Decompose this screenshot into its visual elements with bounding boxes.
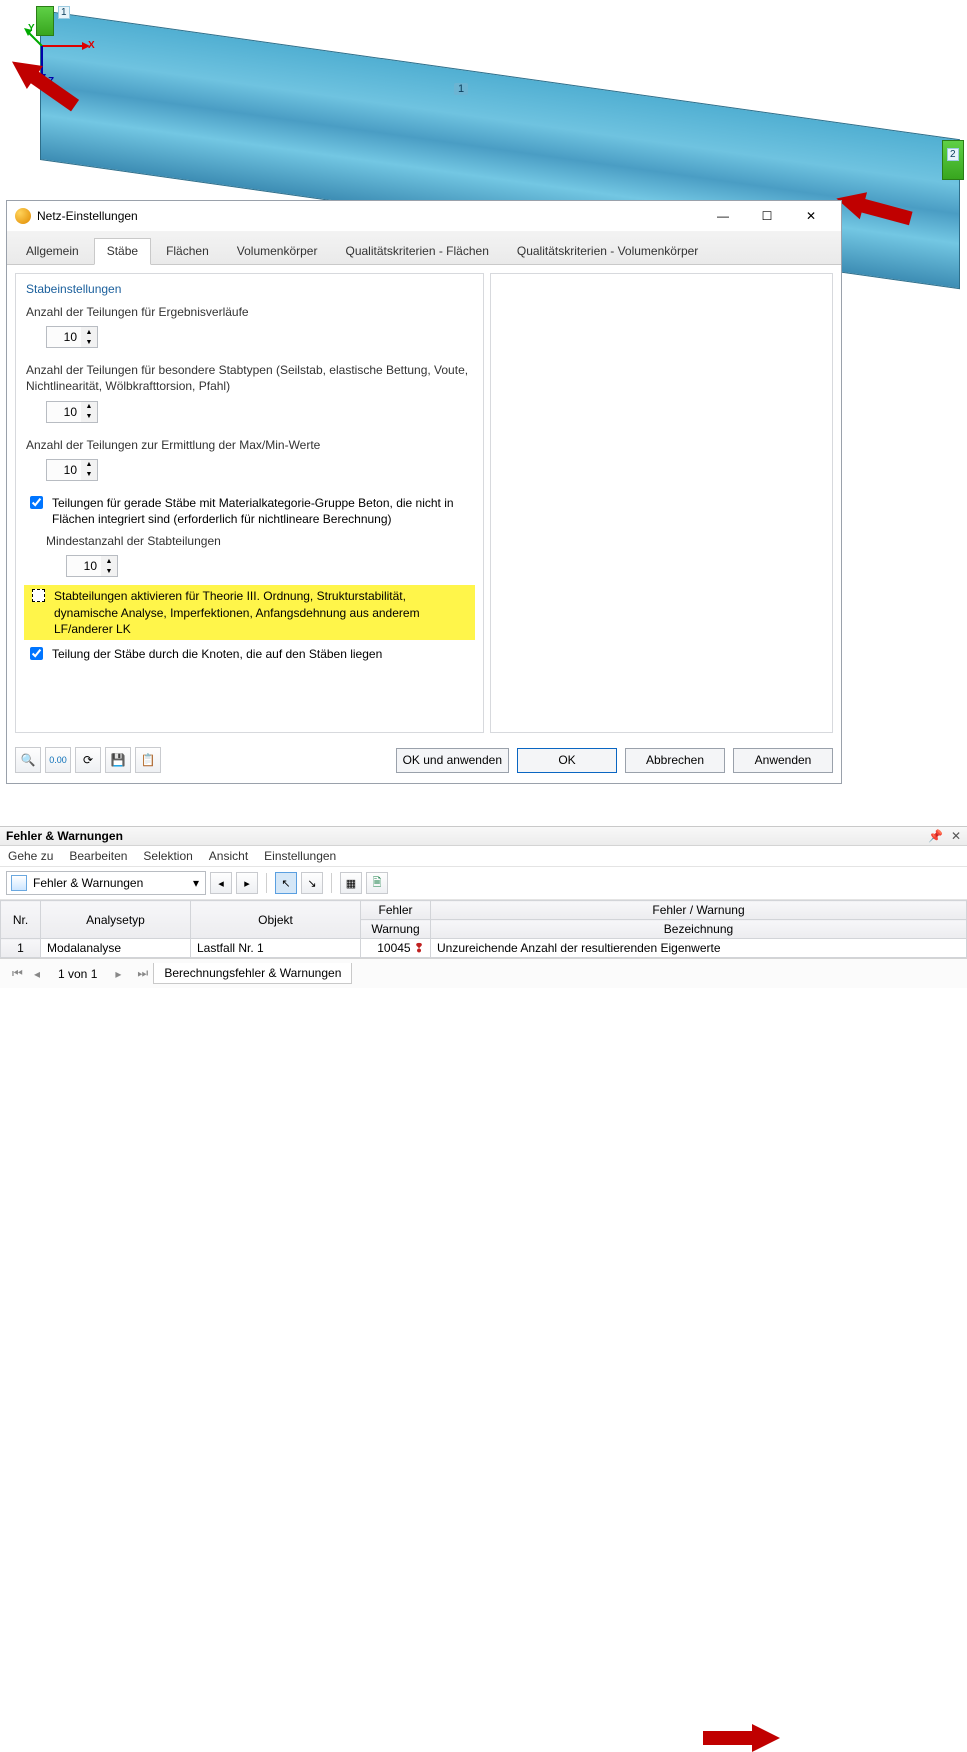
search-icon[interactable]: 🔍 xyxy=(15,747,41,773)
maxmin-divisions-input[interactable] xyxy=(47,463,81,477)
export-excel-icon[interactable]: 🗎 xyxy=(366,872,388,894)
select-in-model-icon[interactable]: ↖ xyxy=(275,872,297,894)
divide-by-nodes-label: Teilung der Stäbe durch die Knoten, die … xyxy=(52,646,473,662)
special-divisions-spinner[interactable]: ▲▼ xyxy=(46,401,98,423)
col-analysetype[interactable]: Analysetyp xyxy=(41,901,191,939)
minimize-button[interactable]: — xyxy=(701,202,745,230)
errors-table-icon xyxy=(11,875,27,891)
maxmin-divisions-label: Anzahl der Teilungen zur Ermittlung der … xyxy=(26,437,473,453)
ok-button[interactable]: OK xyxy=(517,748,617,773)
activate-divisions-label: Stabteilungen aktivieren für Theorie III… xyxy=(54,588,471,637)
select-in-model-alt-icon[interactable]: ↘ xyxy=(301,872,323,894)
cell-bezeichnung: Unzureichende Anzahl der resultierenden … xyxy=(431,939,967,958)
min-divisions-sublabel: Mindestanzahl der Stabteilungen xyxy=(46,533,473,549)
result-divisions-input[interactable] xyxy=(47,330,81,344)
member-number-label: 1 xyxy=(454,83,468,95)
min-divisions-input[interactable] xyxy=(67,559,101,573)
close-button[interactable]: ✕ xyxy=(789,202,833,230)
axis-x-label: X xyxy=(88,40,95,51)
col-warnung[interactable]: Warnung xyxy=(361,920,431,939)
cell-analysetype: Modalanalyse xyxy=(41,939,191,958)
record-position: 1 von 1 xyxy=(50,967,105,981)
menu-selektion[interactable]: Selektion xyxy=(143,849,192,863)
tab-flaechen[interactable]: Flächen xyxy=(153,238,222,264)
nav-next-icon[interactable]: ▸ xyxy=(236,872,258,894)
ok-apply-button[interactable]: OK und anwenden xyxy=(396,748,509,773)
node-2-label: 2 xyxy=(947,148,959,161)
spin-down-icon[interactable]: ▼ xyxy=(81,337,97,347)
col-fehlerwarnung-group[interactable]: Fehler / Warnung xyxy=(431,901,967,920)
warning-icon: ❢ xyxy=(414,941,424,955)
menu-ansicht[interactable]: Ansicht xyxy=(209,849,248,863)
toolbar-separator xyxy=(331,873,332,893)
table-row[interactable]: 1 Modalanalyse Lastfall Nr. 1 10045 ❢ Un… xyxy=(1,939,967,958)
tab-qualitaet-flaechen[interactable]: Qualitätskriterien - Flächen xyxy=(332,238,501,264)
errors-warnings-panel: Fehler & Warnungen 📌 ✕ Gehe zu Bearbeite… xyxy=(0,826,967,988)
maxmin-divisions-spinner[interactable]: ▲▼ xyxy=(46,459,98,481)
cell-nr: 1 xyxy=(1,939,41,958)
result-divisions-label: Anzahl der Teilungen für Ergebnisverläuf… xyxy=(26,304,473,320)
units-icon[interactable]: 0.00 xyxy=(45,747,71,773)
dialog-titlebar[interactable]: Netz-Einstellungen — ☐ ✕ xyxy=(7,201,841,231)
app-icon xyxy=(15,208,31,224)
dialog-tabbar: Allgemein Stäbe Flächen Volumenkörper Qu… xyxy=(7,231,841,265)
footer-tab[interactable]: Berechnungsfehler & Warnungen xyxy=(153,963,352,984)
grid-icon[interactable]: ▦ xyxy=(340,872,362,894)
spin-up-icon[interactable]: ▲ xyxy=(101,556,117,566)
menu-bearbeiten[interactable]: Bearbeiten xyxy=(69,849,127,863)
col-bezeichnung[interactable]: Bezeichnung xyxy=(431,920,967,939)
clipboard-icon[interactable]: 📋 xyxy=(135,747,161,773)
tab-allgemein[interactable]: Allgemein xyxy=(13,238,92,264)
col-objekt[interactable]: Objekt xyxy=(191,901,361,939)
menu-einstellungen[interactable]: Einstellungen xyxy=(264,849,336,863)
errors-table[interactable]: Nr. Analysetyp Objekt Fehler Fehler / Wa… xyxy=(0,900,967,958)
dialog-title: Netz-Einstellungen xyxy=(37,209,138,223)
panel-close-icon[interactable]: ✕ xyxy=(951,829,961,843)
maximize-button[interactable]: ☐ xyxy=(745,202,789,230)
apply-button[interactable]: Anwenden xyxy=(733,748,833,773)
chevron-down-icon: ▾ xyxy=(193,876,199,890)
save-default-icon[interactable]: 💾 xyxy=(105,747,131,773)
spin-down-icon[interactable]: ▼ xyxy=(81,470,97,480)
special-divisions-label: Anzahl der Teilungen für besondere Stabt… xyxy=(26,362,473,394)
tab-qualitaet-volumen[interactable]: Qualitätskriterien - Volumenkörper xyxy=(504,238,711,264)
highlighted-option-row[interactable]: Stabteilungen aktivieren für Theorie III… xyxy=(24,585,475,640)
axis-y-label: Y xyxy=(28,23,35,34)
errors-dropdown[interactable]: Fehler & Warnungen ▾ xyxy=(6,871,206,895)
spin-up-icon[interactable]: ▲ xyxy=(81,327,97,337)
concrete-divisions-label: Teilungen für gerade Stäbe mit Materialk… xyxy=(52,495,473,527)
model-viewport[interactable]: 1 1 2 X Y Z xyxy=(0,0,967,200)
errors-panel-title: Fehler & Warnungen xyxy=(6,829,123,843)
divide-by-nodes-checkbox[interactable] xyxy=(30,647,43,660)
spin-down-icon[interactable]: ▼ xyxy=(81,412,97,422)
cell-code: 10045 ❢ xyxy=(361,939,431,958)
result-divisions-spinner[interactable]: ▲▼ xyxy=(46,326,98,348)
special-divisions-input[interactable] xyxy=(47,405,81,419)
min-divisions-spinner[interactable]: ▲▼ xyxy=(66,555,118,577)
spin-up-icon[interactable]: ▲ xyxy=(81,460,97,470)
cell-objekt: Lastfall Nr. 1 xyxy=(191,939,361,958)
concrete-divisions-checkbox[interactable] xyxy=(30,496,43,509)
cancel-button[interactable]: Abbrechen xyxy=(625,748,725,773)
col-nr[interactable]: Nr. xyxy=(1,901,41,939)
settings-panel-right xyxy=(490,273,833,733)
section-title: Stabeinstellungen xyxy=(26,282,473,296)
settings-panel-left: Stabeinstellungen Anzahl der Teilungen f… xyxy=(15,273,484,733)
nav-prev-icon[interactable]: ◂ xyxy=(210,872,232,894)
spin-down-icon[interactable]: ▼ xyxy=(101,566,117,576)
tab-staebe[interactable]: Stäbe xyxy=(94,238,151,265)
tab-volumenkoerper[interactable]: Volumenkörper xyxy=(224,238,331,264)
activate-divisions-checkbox[interactable] xyxy=(32,589,45,602)
reset-icon[interactable]: ⟳ xyxy=(75,747,101,773)
spin-up-icon[interactable]: ▲ xyxy=(81,402,97,412)
menu-gehezu[interactable]: Gehe zu xyxy=(8,849,53,863)
toolbar-separator xyxy=(266,873,267,893)
col-fehler-group[interactable]: Fehler xyxy=(361,901,431,920)
errors-dropdown-label: Fehler & Warnungen xyxy=(33,876,143,890)
pin-icon[interactable]: 📌 xyxy=(928,829,943,843)
mesh-settings-dialog: Netz-Einstellungen — ☐ ✕ Allgemein Stäbe… xyxy=(6,200,842,784)
